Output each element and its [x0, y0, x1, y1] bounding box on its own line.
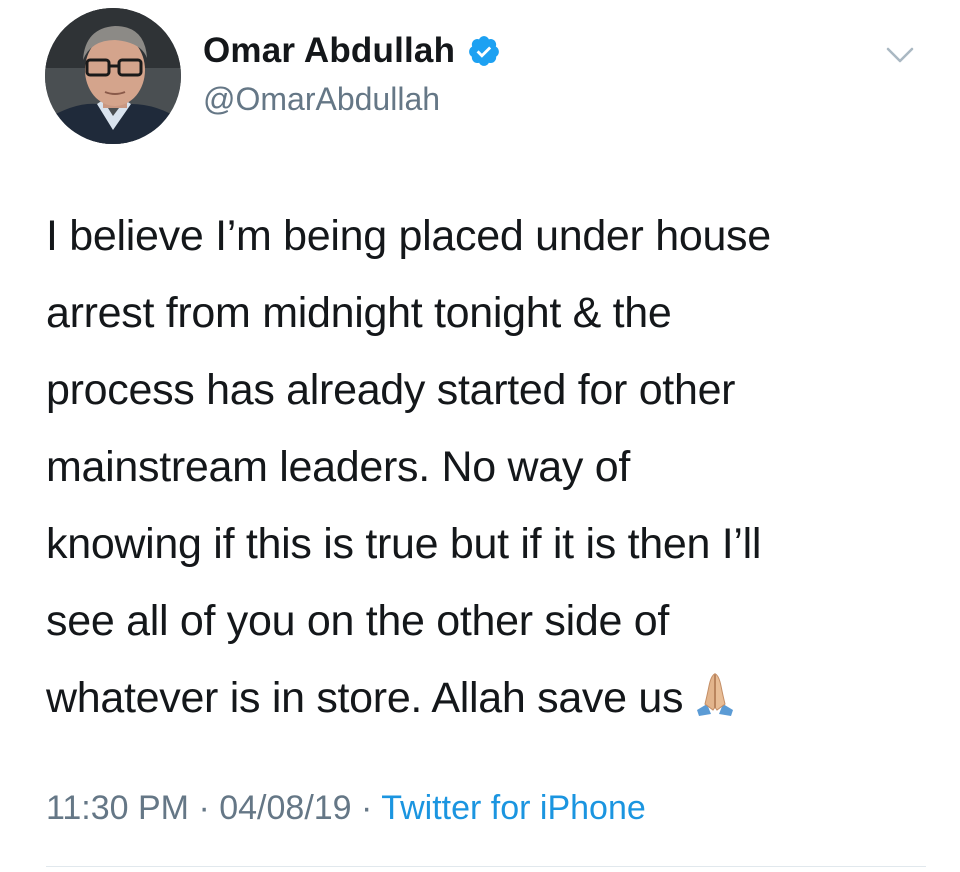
tweet-text: I believe I’m being placed under house a…	[46, 198, 936, 737]
tweet-text-line: knowing if this is true but if it is the…	[46, 520, 762, 568]
verified-badge-icon	[467, 34, 501, 68]
divider	[46, 866, 926, 867]
tweet-text-line: process has already started for other	[46, 366, 736, 414]
author-avatar[interactable]	[45, 8, 181, 144]
meta-separator: ·	[351, 789, 382, 827]
author-display-name[interactable]: Omar Abdullah	[203, 28, 455, 74]
tweet-date[interactable]: 04/08/19	[219, 789, 351, 827]
tweet-source-link[interactable]: Twitter for iPhone	[381, 789, 646, 827]
author-name-row[interactable]: Omar Abdullah	[203, 28, 501, 74]
profile-photo	[45, 8, 181, 144]
tweet-text-line: arrest from midnight tonight & the	[46, 289, 672, 337]
tweet-text-line: see all of you on the other side of	[46, 597, 669, 645]
folded-hands-icon	[691, 666, 739, 716]
tweet-meta: 11:30 PM · 04/08/19 · Twitter for iPhone	[46, 784, 646, 832]
tweet-card: Omar Abdullah @OmarAbdullah I believe I’…	[0, 0, 960, 872]
meta-separator: ·	[189, 789, 220, 827]
tweet-text-line: mainstream leaders. No way of	[46, 443, 630, 491]
author-handle[interactable]: @OmarAbdullah	[203, 78, 440, 120]
chevron-down-icon[interactable]	[885, 45, 915, 65]
tweet-text-line: I believe I’m being placed under house	[46, 212, 771, 260]
tweet-text-line-last: whatever is in store. Allah save us	[46, 660, 936, 737]
tweet-time[interactable]: 11:30 PM	[46, 789, 189, 827]
tweet-text-line: whatever is in store. Allah save us	[46, 674, 684, 722]
